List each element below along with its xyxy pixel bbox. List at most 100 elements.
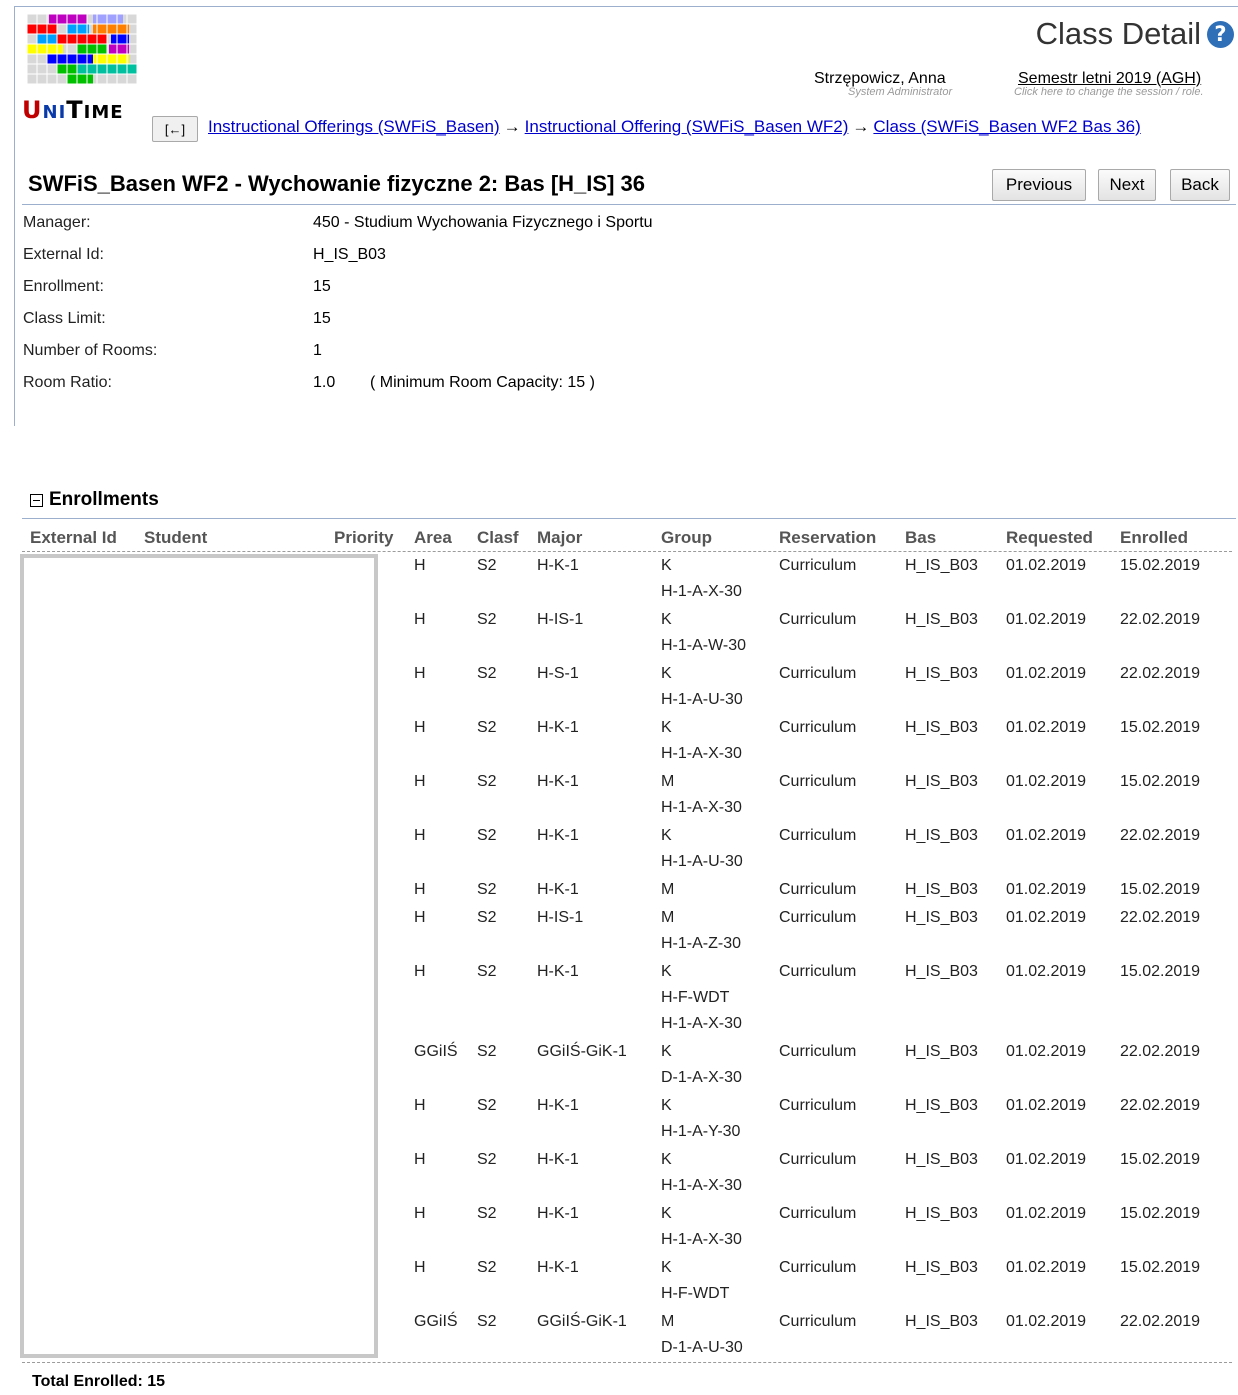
cell-clasf: S2: [477, 1313, 497, 1330]
cell-reservation: Curriculum: [779, 719, 857, 736]
property-label: Room Ratio:: [23, 374, 112, 391]
column-header-priority[interactable]: Priority: [334, 528, 394, 548]
property-value: 1.0: [313, 374, 336, 391]
cell-reservation: Curriculum: [779, 963, 857, 980]
group-line: K: [661, 611, 672, 628]
cell-bas: H_IS_B03: [905, 557, 978, 574]
cell-area: H: [414, 1097, 426, 1114]
cell-area: H: [414, 963, 426, 980]
cell-reservation: Curriculum: [779, 665, 857, 682]
group-line: M: [661, 909, 675, 926]
group-line: K: [661, 665, 672, 682]
cell-clasf: S2: [477, 881, 497, 898]
page-frame-top: [14, 6, 1238, 7]
property-class-limit: Class Limit: 15: [23, 310, 923, 342]
cell-requested: 01.02.2019: [1006, 827, 1087, 844]
cell-major: H-K-1: [537, 1097, 579, 1114]
group-line: K: [661, 1151, 672, 1168]
cell-area: H: [414, 827, 426, 844]
cell-requested: 01.02.2019: [1006, 963, 1087, 980]
cell-major: H-IS-1: [537, 909, 584, 926]
column-header-reservation[interactable]: Reservation: [779, 528, 876, 548]
column-header-clasf[interactable]: Clasf: [477, 528, 519, 548]
group-line: H-1-A-X-30: [661, 1177, 742, 1194]
group-line: H-F-WDT: [661, 1285, 730, 1302]
collapse-icon[interactable]: [30, 493, 43, 507]
cell-clasf: S2: [477, 827, 497, 844]
session-selector[interactable]: Semestr letni 2019 (AGH) Click here to c…: [1012, 70, 1238, 98]
column-header-bas[interactable]: Bas: [905, 528, 936, 548]
cell-major: GGiIŚ-GiK-1: [537, 1043, 627, 1060]
cell-group: K H-1-A-Y-30: [661, 1093, 740, 1145]
cell-area: H: [414, 557, 426, 574]
cell-bas: H_IS_B03: [905, 1313, 978, 1330]
property-label: Number of Rooms:: [23, 342, 158, 359]
column-header-requested[interactable]: Requested: [1006, 528, 1093, 548]
page-frame-left: [14, 6, 15, 426]
cell-enrolled: 15.02.2019: [1120, 881, 1201, 898]
cell-major: H-IS-1: [537, 611, 584, 628]
back-history-button[interactable]: [←]: [152, 116, 198, 142]
breadcrumb-instructional-offerings[interactable]: Instructional Offerings (SWFiS_Basen): [208, 117, 500, 136]
previous-button[interactable]: Previous: [992, 169, 1086, 201]
column-header-external-id[interactable]: External Id: [30, 528, 117, 548]
column-header-enrolled[interactable]: Enrolled: [1120, 528, 1188, 548]
group-line: K: [661, 557, 672, 574]
cell-requested: 01.02.2019: [1006, 557, 1087, 574]
breadcrumb-arrow-icon: →: [503, 117, 521, 136]
cell-reservation: Curriculum: [779, 1043, 857, 1060]
cell-enrolled: 22.02.2019: [1120, 665, 1201, 682]
cell-clasf: S2: [477, 719, 497, 736]
cell-group: K H-1-A-X-30: [661, 553, 742, 605]
breadcrumb-instructional-offering[interactable]: Instructional Offering (SWFiS_Basen WF2): [525, 117, 849, 136]
breadcrumb-class[interactable]: Class (SWFiS_Basen WF2 Bas 36): [873, 117, 1140, 136]
next-button[interactable]: Next: [1098, 169, 1156, 201]
logo-wordmark: UNITIME: [22, 96, 140, 124]
column-header-group[interactable]: Group: [661, 528, 712, 548]
cell-clasf: S2: [477, 1205, 497, 1222]
help-icon[interactable]: ?: [1207, 20, 1234, 48]
logo-letter-u: U: [22, 96, 43, 124]
cell-area: H: [414, 909, 426, 926]
cell-clasf: S2: [477, 1151, 497, 1168]
cell-requested: 01.02.2019: [1006, 909, 1087, 926]
cell-requested: 01.02.2019: [1006, 611, 1087, 628]
title-divider: [22, 204, 1236, 205]
group-line: H-1-A-U-30: [661, 853, 743, 870]
column-header-area[interactable]: Area: [414, 528, 452, 548]
cell-bas: H_IS_B03: [905, 773, 978, 790]
user-info[interactable]: Strzępowicz, Anna System Administrator: [814, 70, 974, 98]
cell-reservation: Curriculum: [779, 1097, 857, 1114]
class-title: SWFiS_Basen WF2 - Wychowanie fizyczne 2:…: [28, 171, 645, 196]
page-title: Class Detail ?: [1036, 16, 1234, 52]
group-line: K: [661, 963, 672, 980]
cell-enrolled: 22.02.2019: [1120, 1043, 1201, 1060]
group-line: K: [661, 719, 672, 736]
cell-clasf: S2: [477, 963, 497, 980]
cell-reservation: Curriculum: [779, 1259, 857, 1276]
cell-group: K H-1-A-X-30: [661, 1201, 742, 1253]
enrollments-header[interactable]: Enrollments: [30, 489, 159, 511]
group-line: H-1-A-Y-30: [661, 1123, 741, 1140]
cell-clasf: S2: [477, 1043, 497, 1060]
group-line: H-1-A-X-30: [661, 799, 742, 816]
cell-enrolled: 15.02.2019: [1120, 1259, 1201, 1276]
back-button[interactable]: Back: [1170, 169, 1230, 201]
group-line: H-1-A-X-30: [661, 1015, 742, 1032]
cell-requested: 01.02.2019: [1006, 773, 1087, 790]
property-note: ( Minimum Room Capacity: 15 ): [370, 374, 595, 391]
cell-area: GGiIŚ: [414, 1043, 458, 1060]
property-value: 450 - Studium Wychowania Fizycznego i Sp…: [313, 214, 653, 231]
enrollments-divider: [22, 518, 1236, 519]
cell-group: M H-1-A-Z-30: [661, 905, 741, 957]
cell-requested: 01.02.2019: [1006, 1043, 1087, 1060]
cell-major: GGiIŚ-GiK-1: [537, 1313, 627, 1330]
unitime-logo[interactable]: UNITIME: [22, 14, 140, 126]
column-header-student[interactable]: Student: [144, 528, 207, 548]
column-header-major[interactable]: Major: [537, 528, 582, 548]
cell-group: K H-1-A-X-30: [661, 1147, 742, 1199]
group-line: H-1-A-X-30: [661, 745, 742, 762]
cell-requested: 01.02.2019: [1006, 1259, 1087, 1276]
cell-enrolled: 22.02.2019: [1120, 611, 1201, 628]
enrollments-title: Enrollments: [49, 489, 159, 510]
